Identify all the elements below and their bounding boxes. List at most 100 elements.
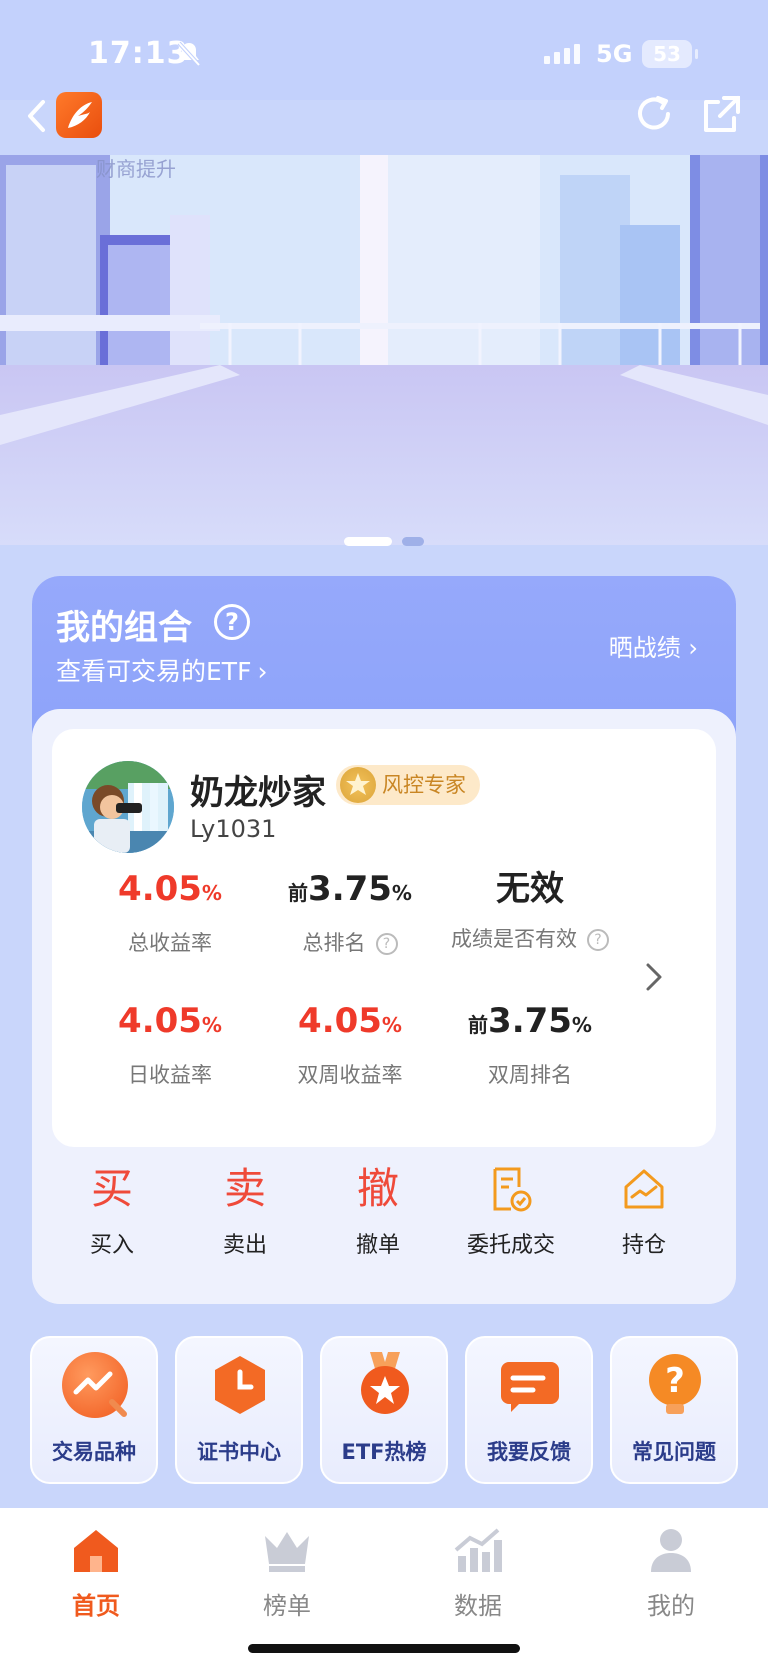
banner-text: 财商提升 [96, 157, 176, 181]
status-bar: 17:13 5G 53 [0, 0, 768, 100]
stat-biweekly-return: 4.05% 双周收益率 [260, 1001, 440, 1089]
bar-chart-icon [454, 1528, 502, 1572]
home-indicator[interactable] [248, 1644, 520, 1653]
profile-stats-panel[interactable]: 奶龙炒家 风控专家 Ly1031 4.05% 总收益率 前3.75% 总排名? … [52, 729, 716, 1147]
buy-label: 买入 [89, 1233, 134, 1258]
sell-label: 卖出 [222, 1233, 267, 1258]
user-badge: 风控专家 [336, 765, 480, 805]
feather-icon [68, 102, 92, 128]
stat-prefix: 前 [288, 881, 309, 905]
tab-data[interactable]: 数据 [418, 1526, 538, 1621]
positions-label: 持仓 [621, 1233, 666, 1258]
user-id: Ly1031 [190, 815, 277, 843]
stat-number: 3.75 [488, 1001, 572, 1041]
banner-dot-active[interactable] [344, 537, 392, 546]
sell-button[interactable]: 卖 卖出 [185, 1159, 305, 1259]
stat-label-row: 成绩是否有效? [440, 923, 620, 953]
tile-label: ETF热榜 [341, 1440, 427, 1464]
promo-banner[interactable]: 财商提升 [0, 155, 768, 545]
tile-etf-hot[interactable]: ETF热榜 [320, 1336, 448, 1484]
cancel-order-button[interactable]: 撤 撤单 [318, 1159, 438, 1259]
chevron-right-icon[interactable] [644, 961, 664, 993]
tab-rankings[interactable]: 榜单 [227, 1526, 347, 1621]
orders-label: 委托成交 [466, 1233, 555, 1258]
stat-label: 成绩是否有效 [451, 927, 577, 951]
stat-total-return: 4.05% 总收益率 [80, 869, 260, 957]
clock-hex-icon [207, 1352, 273, 1418]
back-icon[interactable] [24, 98, 48, 134]
refresh-icon[interactable] [632, 92, 676, 136]
buy-icon: 买 [90, 1164, 133, 1213]
tab-label: 我的 [647, 1592, 695, 1620]
stat-value: 4.05% [80, 869, 260, 913]
network-type: 5G [596, 40, 633, 68]
portfolio-body: 奶龙炒家 风控专家 Ly1031 4.05% 总收益率 前3.75% 总排名? … [32, 709, 736, 1304]
tile-certificate-center[interactable]: 证书中心 [175, 1336, 303, 1484]
signal-icon [544, 44, 580, 64]
chevron-right-icon: › [688, 634, 698, 662]
medal-icon [340, 767, 376, 803]
stat-label: 总排名 [302, 931, 366, 955]
stat-number: 4.05 [118, 1001, 202, 1041]
avatar-image [82, 761, 174, 853]
banner-dot[interactable] [402, 537, 424, 546]
stat-unit: % [381, 1013, 402, 1037]
stat-validity: 无效 成绩是否有效? [440, 869, 620, 953]
sell-icon: 卖 [223, 1164, 266, 1213]
status-time: 17:13 [88, 36, 189, 71]
shortcut-tiles: 交易品种 证书中心 ETF热榜 我要反馈 ? 常见问题 [30, 1336, 738, 1484]
tile-faq[interactable]: ? 常见问题 [610, 1336, 738, 1484]
user-badge-label: 风控专家 [382, 773, 466, 797]
stat-label-row: 总排名? [260, 927, 440, 957]
help-icon[interactable]: ? [375, 933, 398, 955]
avatar[interactable] [82, 761, 174, 853]
stat-value: 前3.75% [440, 1001, 620, 1045]
message-icon [497, 1352, 563, 1418]
portfolio-card: 我的组合 ? 查看可交易的ETF › 晒战绩 › 奶龙炒家 风控专家 Ly103… [32, 576, 736, 1304]
stat-number: 4.05 [298, 1001, 382, 1041]
trend-search-icon [62, 1352, 128, 1418]
show-results-label: 晒战绩 [608, 634, 681, 662]
view-etf-label: 查看可交易的ETF [56, 657, 252, 686]
tab-profile[interactable]: 我的 [611, 1526, 731, 1621]
tile-trade-products[interactable]: 交易品种 [30, 1336, 158, 1484]
home-icon [74, 1530, 118, 1572]
stat-label: 总收益率 [128, 931, 212, 955]
help-icon[interactable]: ? [214, 604, 250, 640]
stat-biweekly-rank: 前3.75% 双周排名 [440, 1001, 620, 1089]
tile-label: 证书中心 [197, 1440, 281, 1464]
view-etf-link[interactable]: 查看可交易的ETF › [56, 652, 267, 688]
stat-label: 日收益率 [128, 1063, 212, 1087]
stat-daily-return: 4.05% 日收益率 [80, 1001, 260, 1089]
tab-home[interactable]: 首页 [36, 1526, 156, 1621]
house-chart-icon [584, 1159, 704, 1219]
stat-prefix: 前 [468, 1013, 489, 1037]
tile-label: 我要反馈 [487, 1440, 571, 1464]
portfolio-title: 我的组合 [56, 608, 192, 648]
share-icon[interactable] [700, 92, 744, 136]
trade-actions: 买 买入 卖 卖出 撤 撤单 委托成交 持仓 [32, 1159, 736, 1279]
tile-label: 交易品种 [52, 1440, 136, 1464]
stat-total-rank: 前3.75% 总排名? [260, 869, 440, 957]
show-results-link[interactable]: 晒战绩 › [609, 628, 698, 663]
buy-button[interactable]: 买 买入 [52, 1159, 172, 1259]
banner-pagination [0, 537, 768, 546]
app-logo [56, 92, 102, 138]
medal-star-icon [352, 1352, 418, 1418]
help-icon[interactable]: ? [587, 929, 609, 951]
stat-unit: % [391, 881, 412, 905]
stat-value: 4.05% [260, 1001, 440, 1045]
svg-text:?: ? [665, 1361, 685, 1401]
cancel-order-label: 撤单 [355, 1233, 400, 1258]
question-bulb-icon: ? [642, 1352, 708, 1418]
stat-number: 4.05 [118, 869, 202, 909]
stat-unit: % [571, 1013, 592, 1037]
tile-feedback[interactable]: 我要反馈 [465, 1336, 593, 1484]
bell-muted-icon [177, 41, 201, 67]
cancel-order-icon: 撤 [356, 1164, 399, 1213]
chevron-right-icon: › [257, 657, 268, 686]
positions-button[interactable]: 持仓 [584, 1159, 704, 1259]
orders-button[interactable]: 委托成交 [451, 1159, 571, 1259]
document-check-icon [451, 1159, 571, 1219]
tab-label: 数据 [454, 1592, 502, 1620]
